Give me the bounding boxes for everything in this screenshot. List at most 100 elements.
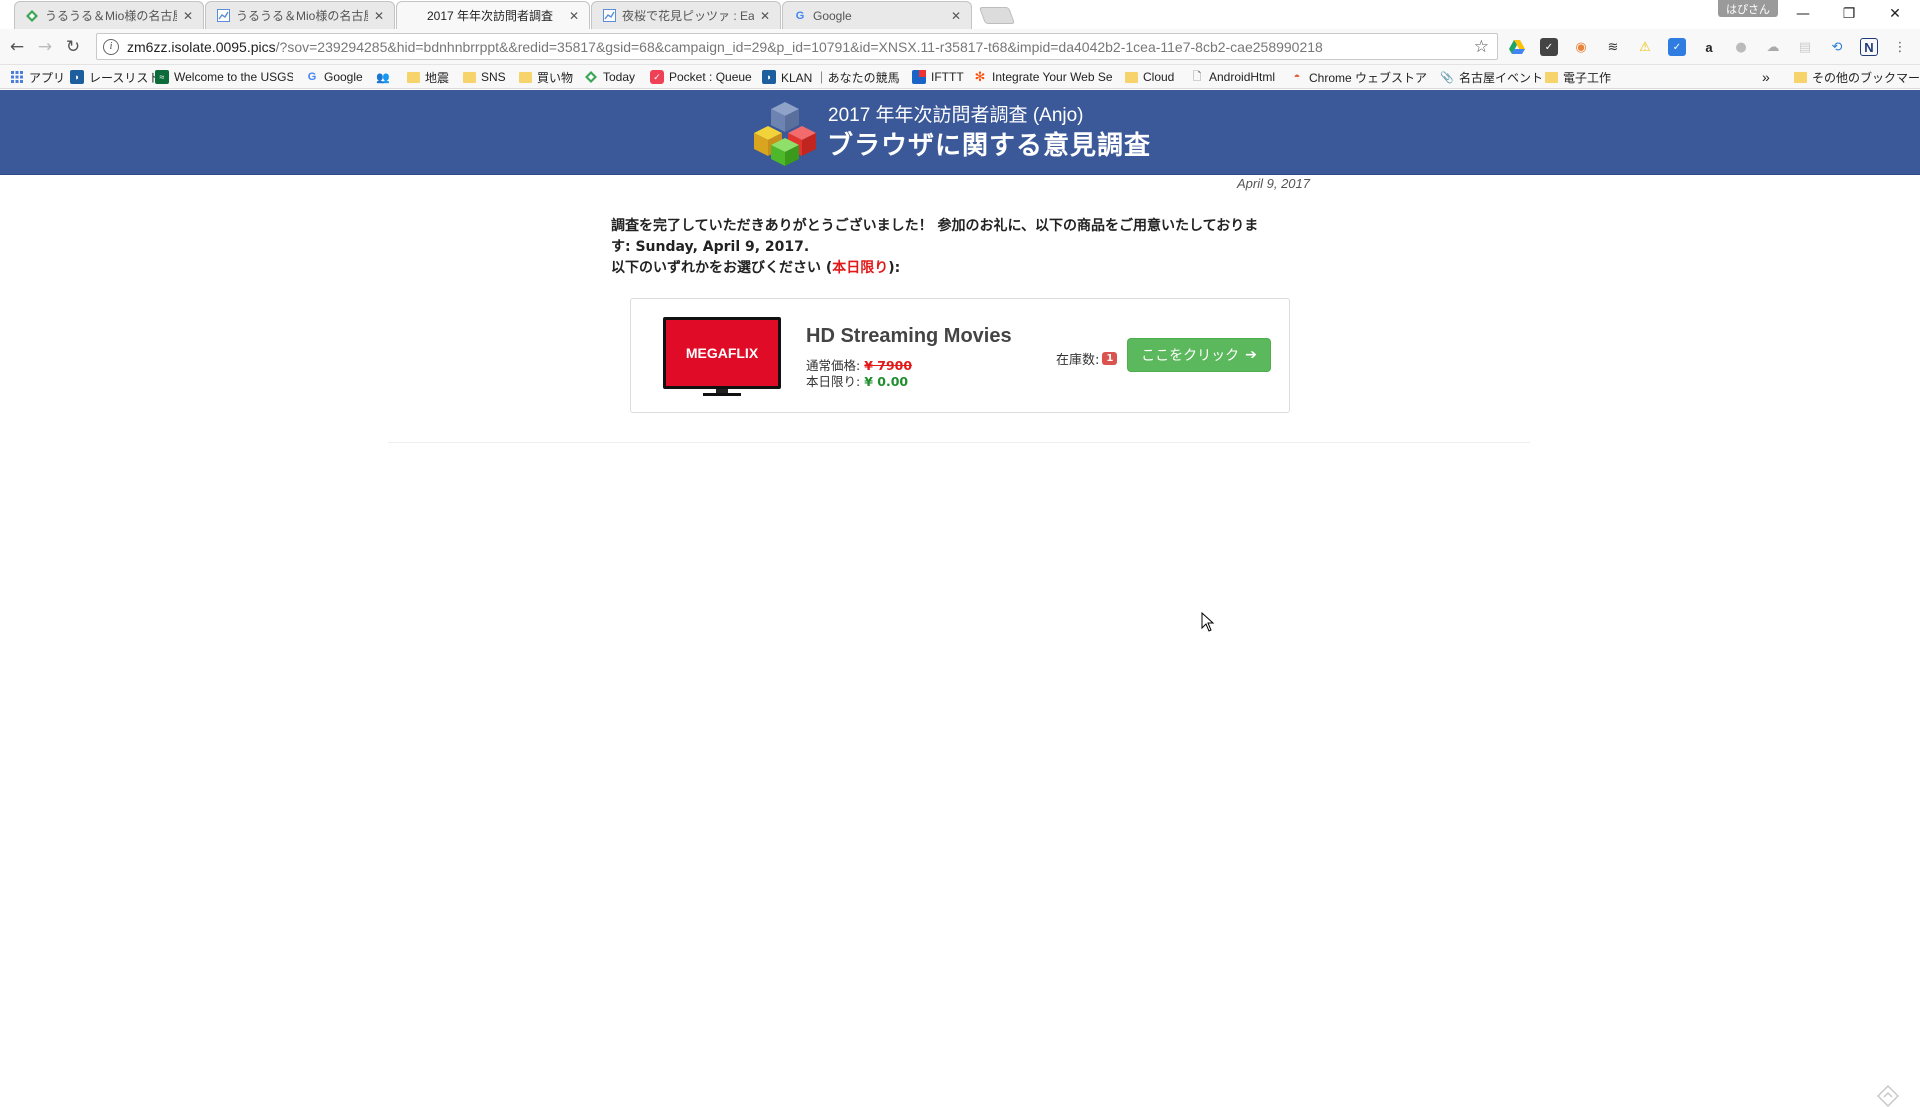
bookmark-people[interactable]: 👥: [376, 68, 395, 86]
forward-arrow-icon[interactable]: →: [33, 35, 57, 59]
address-bar[interactable]: i zm6zz.isolate.0095.pics /?sov=23929428…: [96, 33, 1498, 60]
pocket-extension-icon[interactable]: ✓: [1540, 38, 1558, 56]
green-diamond-icon: [584, 70, 598, 84]
tab-title: うるうる＆Mio様の名古屋ミ: [236, 9, 368, 23]
profile-button[interactable]: はぴさん: [1718, 0, 1778, 17]
survey-date: April 9, 2017: [1237, 176, 1310, 191]
cubes-logo-icon: [754, 102, 816, 166]
bookmark-folder-electronics[interactable]: 電子工作: [1544, 68, 1611, 86]
folder-icon: [462, 70, 476, 84]
url-path: /?sov=239294285&hid=bdnhnbrrppt&&redid=3…: [275, 38, 1323, 55]
clip-icon: 📎: [1440, 71, 1454, 84]
bookmark-klan[interactable]: ◗ KLAN ｜あなたの競馬予: [762, 68, 900, 86]
bookmark-zapier[interactable]: ✻ Integrate Your Web Se: [973, 68, 1115, 86]
back-arrow-icon[interactable]: ←: [5, 35, 29, 59]
today-price-value: ¥ 0.00: [864, 374, 909, 389]
new-tab-button[interactable]: [978, 7, 1016, 24]
megaflix-logo: MEGAFLIX: [666, 320, 778, 386]
layers-extension-icon[interactable]: ≋: [1604, 38, 1622, 56]
close-icon[interactable]: ✕: [372, 9, 386, 23]
intro-line-2: す: Sunday, April 9, 2017.: [611, 239, 810, 255]
warning-extension-icon[interactable]: ⚠: [1636, 38, 1654, 56]
chart-icon: [216, 9, 230, 23]
restore-icon[interactable]: ❐: [1826, 0, 1872, 28]
bookmark-race-list[interactable]: ◗ レースリスト: [70, 68, 160, 86]
cloud-extension-icon[interactable]: ☁: [1764, 38, 1782, 56]
tab-2[interactable]: うるうる＆Mio様の名古屋ミ ✕: [205, 1, 395, 29]
bookmark-star-icon[interactable]: ☆: [1474, 37, 1489, 57]
today-price-line: 本日限り: ¥ 0.00: [806, 371, 908, 390]
close-icon[interactable]: ✕: [758, 9, 772, 23]
page-content: 2017 年年次訪問者調査 (Anjo) ブラウザに関する意見調査 April …: [0, 90, 1920, 1107]
tab-5[interactable]: G Google ✕: [782, 1, 972, 29]
blank-page-icon: [407, 9, 421, 23]
check-extension-icon[interactable]: ✓: [1668, 38, 1686, 56]
tab-title: 2017 年年次訪問者調査: [427, 9, 554, 23]
google-icon: G: [795, 9, 805, 22]
bookmark-folder-sns[interactable]: SNS: [462, 68, 506, 86]
tab-4[interactable]: 夜桜で花見ピッツァ : Eat an ✕: [591, 1, 781, 29]
bookmark-webstore[interactable]: ◓Chrome ウェブストア - V: [1290, 68, 1428, 86]
tab-3-active[interactable]: 2017 年年次訪問者調査 ✕: [396, 1, 590, 29]
url-host: zm6zz.isolate.0095.pics: [127, 38, 276, 55]
bookmark-apps[interactable]: アプリ: [10, 68, 65, 86]
tab-1[interactable]: うるうる＆Mio様の名古屋ミ ✕: [14, 1, 204, 29]
bookmark-nagoya-events[interactable]: 📎 名古屋イベント: [1440, 68, 1543, 86]
usgs-icon: ≈: [155, 70, 169, 84]
bookmarks-overflow-chevron-icon[interactable]: »: [1762, 68, 1770, 86]
n-extension-icon[interactable]: N: [1860, 38, 1878, 56]
minimize-icon[interactable]: —: [1780, 0, 1826, 28]
amazon-extension-icon[interactable]: a: [1700, 38, 1718, 56]
close-icon[interactable]: ✕: [567, 9, 581, 23]
close-window-icon[interactable]: ✕: [1872, 0, 1918, 28]
folder-icon: [406, 70, 420, 84]
bookmark-pocket[interactable]: ✓ Pocket : Queue: [650, 68, 752, 86]
eye-extension-icon[interactable]: ◉: [1572, 38, 1590, 56]
tv-image: MEGAFLIX: [663, 317, 781, 397]
pocket-icon: ✓: [650, 70, 664, 84]
stock-indicator: 在庫数: 1: [1056, 349, 1118, 368]
reload-icon[interactable]: ↻: [61, 35, 85, 59]
zapier-icon: ✻: [974, 69, 986, 84]
sync-extension-icon[interactable]: ⟲: [1828, 38, 1846, 56]
folder-icon: [518, 70, 532, 84]
shield-icon: ◗: [762, 70, 776, 84]
menu-icon[interactable]: ⋮: [1891, 38, 1909, 56]
shield-icon: ◗: [70, 70, 84, 84]
survey-subtitle: 2017 年年次訪問者調査 (Anjo): [828, 105, 1084, 126]
close-icon[interactable]: ✕: [181, 9, 195, 23]
rss-extension-icon[interactable]: ▤: [1796, 38, 1814, 56]
bookmark-folder-earthquake[interactable]: 地震: [406, 68, 449, 86]
today-price-label: 本日限り:: [806, 374, 861, 389]
close-icon[interactable]: ✕: [949, 9, 963, 23]
other-bookmarks[interactable]: その他のブックマーク: [1793, 68, 1920, 86]
divider: [388, 442, 1530, 443]
click-here-button[interactable]: ここをクリック ➔: [1127, 338, 1271, 372]
info-icon[interactable]: i: [103, 38, 119, 55]
tab-title: Google: [813, 8, 852, 23]
circle-extension-icon[interactable]: ●: [1732, 38, 1750, 56]
bookmark-androidhtml[interactable]: 🗋 AndroidHtml: [1190, 68, 1275, 86]
bookmark-ifttt[interactable]: IFTTT: [912, 68, 964, 86]
bookmark-google[interactable]: G Google: [305, 68, 363, 86]
stock-count-badge: 1: [1102, 352, 1118, 365]
green-diamond-icon: [25, 9, 39, 23]
bookmark-folder-shopping[interactable]: 買い物: [518, 68, 573, 86]
chart-icon: [602, 9, 616, 23]
bookmarks-bar: アプリ ◗ レースリスト ≈ Welcome to the USGS G Google…: [0, 65, 1920, 89]
diamond-arrow-icon[interactable]: [1877, 1085, 1899, 1107]
google-drive-icon[interactable]: [1508, 38, 1526, 56]
mouse-pointer-icon: [1201, 612, 1215, 632]
bookmark-folder-cloud[interactable]: Cloud: [1124, 68, 1174, 86]
product-offer-card: MEGAFLIX HD Streaming Movies 通常価格: ¥ 790…: [630, 298, 1290, 413]
folder-icon: [1544, 70, 1558, 84]
intro-line-3: 以下のいずれかをお選びください (本日限り):: [611, 260, 901, 276]
intro-line-1: 調査を完了していただきありがとうございました！ 参加のお礼に、以下の商品をご用意…: [611, 218, 1259, 234]
product-name: HD Streaming Movies: [806, 325, 1012, 347]
bookmark-usgs[interactable]: ≈ Welcome to the USGS: [155, 68, 293, 86]
stock-label: 在庫数:: [1056, 353, 1100, 368]
bookmark-today[interactable]: Today: [584, 68, 635, 86]
folder-icon: [1793, 70, 1807, 84]
tab-title: うるうる＆Mio様の名古屋ミ: [45, 9, 177, 23]
webstore-icon: ◓: [1293, 71, 1301, 83]
